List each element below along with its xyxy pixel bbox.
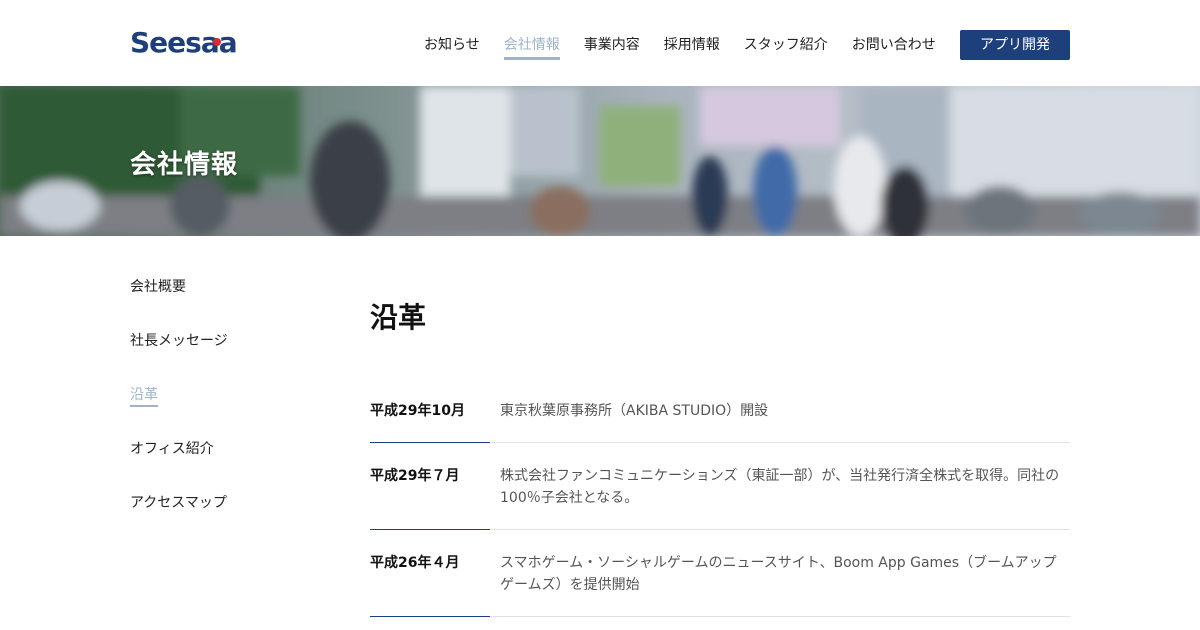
global-nav: お知らせ 会社情報 事業内容 採用情報 スタッフ紹介 お問い合わせ (424, 30, 960, 60)
site-header: Seesaa お知らせ 会社情報 事業内容 採用情報 スタッフ紹介 お問い合わせ… (0, 0, 1200, 86)
nav-business[interactable]: 事業内容 (584, 30, 640, 60)
company-sidebar: 会社概要 社長メッセージ 沿革 オフィス紹介 アクセスマップ (130, 276, 330, 546)
app-dev-button[interactable]: アプリ開発 (960, 30, 1070, 60)
history-row: 平成29年10月 東京秋葉原事務所（AKIBA STUDIO）開設 (370, 378, 1070, 443)
sidebar-item-overview[interactable]: 会社概要 (130, 276, 186, 298)
hero-banner: 会社情報 (0, 86, 1200, 236)
history-date: 平成29年10月 (370, 403, 465, 419)
history-date: 平成26年４月 (370, 555, 460, 571)
history-table: 平成29年10月 東京秋葉原事務所（AKIBA STUDIO）開設 平成29年７… (370, 378, 1070, 617)
sidebar-item-message[interactable]: 社長メッセージ (130, 330, 228, 352)
nav-contact[interactable]: お問い合わせ (852, 30, 936, 60)
nav-company[interactable]: 会社情報 (503, 30, 560, 60)
nav-recruit[interactable]: 採用情報 (664, 30, 720, 60)
sidebar-item-history[interactable]: 沿革 (130, 384, 158, 407)
history-text: 東京秋葉原事務所（AKIBA STUDIO）開設 (500, 403, 769, 419)
hero-title: 会社情報 (130, 150, 239, 180)
sidebar-item-access[interactable]: アクセスマップ (130, 492, 227, 514)
seesaa-logo[interactable]: Seesaa (130, 28, 250, 56)
history-text: 株式会社ファンコミュニケーションズ（東証一部）が、当社発行済全株式を取得。同社の… (500, 468, 1060, 506)
page-title: 沿革 (370, 301, 427, 334)
history-text: スマホゲーム・ソーシャルゲームのニュースサイト、Boom App Games（ブ… (500, 555, 1057, 593)
nav-news[interactable]: お知らせ (424, 30, 480, 60)
history-date: 平成29年７月 (370, 468, 460, 484)
history-row: 平成29年７月 株式会社ファンコミュニケーションズ（東証一部）が、当社発行済全株… (370, 443, 1070, 530)
history-row: 平成26年４月 スマホゲーム・ソーシャルゲームのニュースサイト、Boom App… (370, 530, 1070, 617)
sidebar-item-office[interactable]: オフィス紹介 (130, 438, 214, 460)
nav-staff[interactable]: スタッフ紹介 (744, 30, 828, 60)
